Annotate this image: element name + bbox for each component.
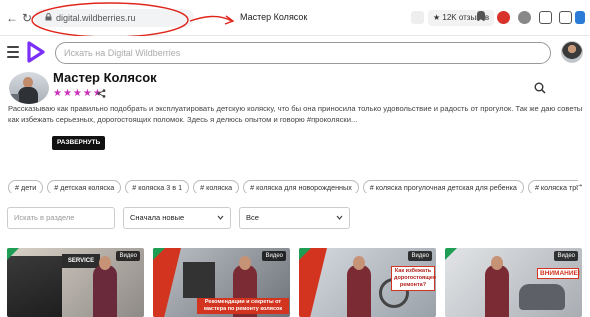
video-badge: Видео <box>262 251 286 261</box>
chevron-down-icon <box>217 215 224 220</box>
pin-icon <box>445 248 457 260</box>
address-bar[interactable]: digital.wildberries.ru <box>34 9 194 27</box>
video-overlay-text: Как избежать дорогостоящего ремонта? <box>391 266 436 291</box>
adblock-icon[interactable] <box>497 11 510 24</box>
video-overlay-text: SERVICE <box>62 254 100 268</box>
browser-toolbar: ← ↻ digital.wildberries.ru Мастер Колясо… <box>0 0 590 36</box>
tag-chip[interactable]: # детская коляска <box>47 180 122 193</box>
channel-avatar <box>9 72 49 104</box>
profile-icon[interactable] <box>518 11 531 24</box>
search-input[interactable]: Искать на Digital Wildberries <box>55 42 551 64</box>
type-select-value: Все <box>246 213 259 222</box>
menu-icon[interactable] <box>7 46 19 58</box>
chevron-down-icon <box>336 215 343 220</box>
tag-chip[interactable]: # коляска прогулочная детская для ребенк… <box>362 180 524 193</box>
wildberries-digital-logo[interactable] <box>26 41 46 63</box>
lock-icon <box>45 13 52 21</box>
type-select[interactable]: Все <box>239 207 350 229</box>
channel-description: Рассказываю как правильно подобрать и эк… <box>8 104 583 124</box>
video-card[interactable]: SERVICE Видео <box>7 248 144 317</box>
section-search-input[interactable]: Искать в разделе <box>7 207 115 229</box>
video-badge: Видео <box>116 251 140 261</box>
video-card[interactable]: ВНИМАНИЕ! Видео <box>445 248 582 317</box>
search-icon[interactable] <box>534 82 546 94</box>
expand-button[interactable]: РАЗВЕРНУТЬ <box>52 136 106 150</box>
extensions-icon[interactable] <box>539 11 552 24</box>
video-badge: Видео <box>554 251 578 261</box>
tag-list: # дети # детская коляска # коляска 3 в 1 # … <box>8 177 578 193</box>
share-icon[interactable] <box>97 89 106 98</box>
tag-chip[interactable]: # коляска для новорожденных <box>243 180 359 193</box>
sidebar-icon[interactable] <box>559 11 572 24</box>
video-overlay-text: Рекомендации и секреты от мастера по рем… <box>197 298 289 314</box>
page-title: Мастер Колясок <box>240 12 308 22</box>
back-icon[interactable]: ← <box>5 11 19 25</box>
download-icon[interactable] <box>575 11 585 24</box>
video-card[interactable]: Рекомендации и секреты от мастера по рем… <box>153 248 290 317</box>
channel-name: Мастер Колясок <box>53 70 157 85</box>
translate-icon[interactable] <box>411 11 424 24</box>
tag-chip[interactable]: # дети <box>8 180 44 193</box>
video-card[interactable]: Как избежать дорогостоящего ремонта? Вид… <box>299 248 436 317</box>
tags-next-arrow-icon[interactable]: → <box>574 179 584 190</box>
video-badge: Видео <box>408 251 432 261</box>
tag-chip[interactable]: # коляска <box>193 180 240 193</box>
sort-select-value: Сначала новые <box>130 213 185 222</box>
rating-stars: ★★★★★ <box>53 88 103 99</box>
video-overlay-text: ВНИМАНИЕ! <box>537 268 580 279</box>
app-header: Искать на Digital Wildberries <box>0 36 590 94</box>
reload-icon[interactable]: ↻ <box>20 11 34 25</box>
tag-chip[interactable]: # коляска 3 в 1 <box>125 180 190 193</box>
user-avatar[interactable] <box>561 41 583 63</box>
sort-select[interactable]: Сначала новые <box>123 207 231 229</box>
tag-chip[interactable]: # коляска тро <box>527 180 578 193</box>
